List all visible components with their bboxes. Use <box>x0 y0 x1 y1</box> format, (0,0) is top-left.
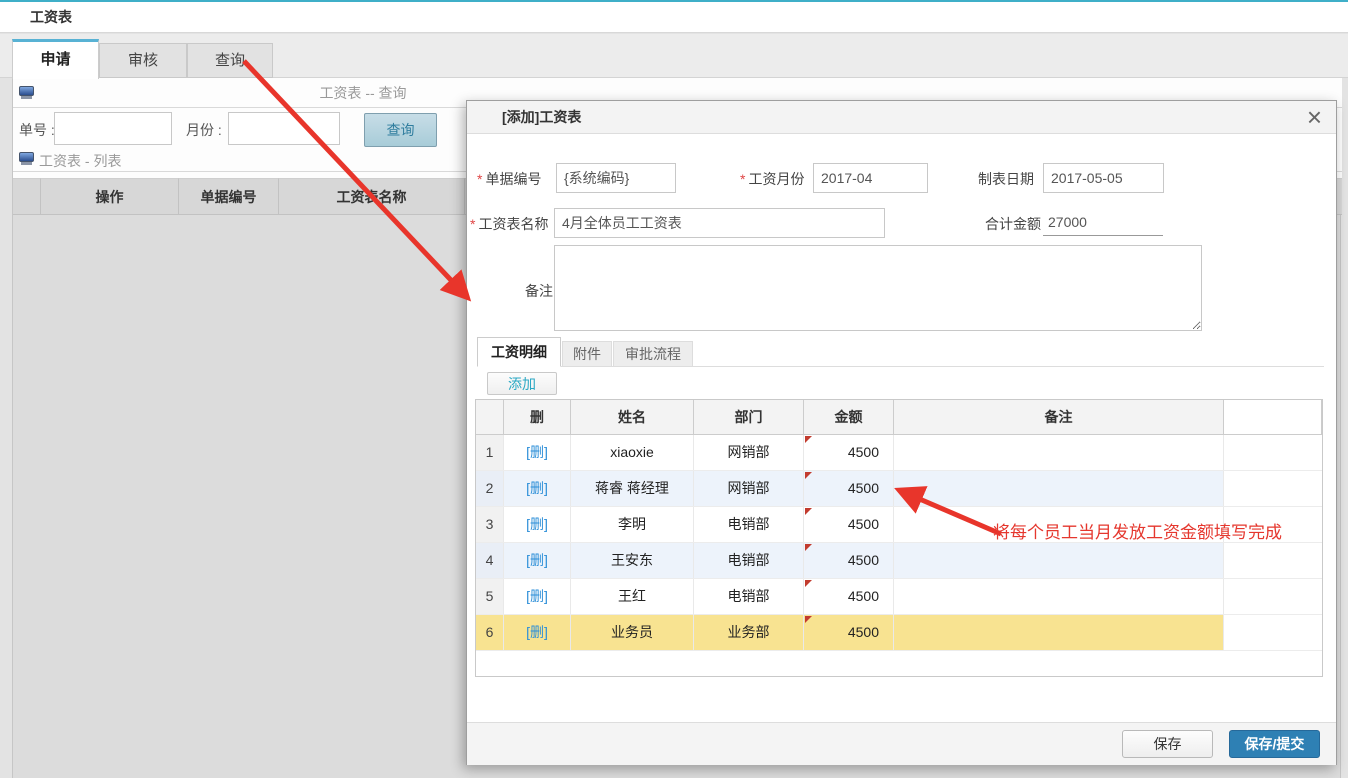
required-marker: * <box>740 171 745 187</box>
doc-no-input[interactable] <box>556 163 676 193</box>
tab-salary-detail[interactable]: 工资明细 <box>477 337 561 367</box>
cell-name[interactable]: 王红 <box>571 579 694 614</box>
cell-dept[interactable]: 网销部 <box>694 471 804 506</box>
delete-link[interactable]: [删] <box>526 480 548 496</box>
cell-remark[interactable] <box>894 471 1224 506</box>
edited-corner-mark <box>805 544 812 551</box>
add-salary-modal: [添加]工资表 × *单据编号 *工资月份 制表日期 *工资表名称 合计金额 2… <box>466 100 1337 765</box>
remark-label: 备注 <box>525 281 553 301</box>
list-section-title: 工资表 - 列表 <box>39 151 121 171</box>
cell-dept[interactable]: 电销部 <box>694 579 804 614</box>
table-name-input[interactable] <box>554 208 885 238</box>
close-icon[interactable]: × <box>1307 102 1322 133</box>
cell-amount[interactable]: 4500 <box>804 507 894 542</box>
query-button[interactable]: 查询 <box>364 113 437 147</box>
make-date-label: 制表日期 <box>978 169 1034 189</box>
table-row: 4 [删] 王安东 电销部 4500 <box>476 543 1322 579</box>
col-delete: 删 <box>504 400 571 434</box>
detail-tab-strip: 工资明细 附件 审批流程 <box>477 337 1324 367</box>
save-button[interactable]: 保存 <box>1122 730 1213 758</box>
month-input[interactable] <box>228 112 340 145</box>
col-remark: 备注 <box>894 400 1224 434</box>
delete-link[interactable]: [删] <box>526 552 548 568</box>
list-col-rownum <box>13 178 41 215</box>
modal-title: [添加]工资表 <box>502 101 581 134</box>
required-marker: * <box>470 216 475 232</box>
total-amount-label: 合计金额 <box>985 214 1041 234</box>
table-row: 2 [删] 蒋睿 蒋经理 网销部 4500 <box>476 471 1322 507</box>
total-amount-value: 27000 <box>1043 208 1163 236</box>
order-no-label: 单号 : <box>19 120 55 140</box>
cell-name[interactable]: 王安东 <box>571 543 694 578</box>
delete-link[interactable]: [删] <box>526 624 548 640</box>
list-col-doc-no: 单据编号 <box>179 178 279 215</box>
cell-remark[interactable] <box>894 435 1224 470</box>
cell-remark[interactable] <box>894 579 1224 614</box>
month-label: 月份 : <box>186 120 222 140</box>
cell-remark[interactable] <box>894 615 1224 650</box>
cell-name[interactable]: 业务员 <box>571 615 694 650</box>
col-amount: 金额 <box>804 400 894 434</box>
cell-dept[interactable]: 电销部 <box>694 507 804 542</box>
table-row: 1 [删] xiaoxie 网销部 4500 <box>476 435 1322 471</box>
monitor-icon <box>19 152 34 165</box>
cell-name[interactable]: xiaoxie <box>571 435 694 470</box>
edited-corner-mark <box>805 472 812 479</box>
tab-review[interactable]: 审核 <box>99 43 187 78</box>
page-title: 工资表 <box>30 2 72 33</box>
modal-title-bar: [添加]工资表 × <box>467 101 1336 134</box>
remark-textarea[interactable] <box>554 245 1202 331</box>
save-submit-button[interactable]: 保存/提交 <box>1229 730 1320 758</box>
tab-query[interactable]: 查询 <box>187 43 273 78</box>
order-no-input[interactable] <box>54 112 172 145</box>
tab-approval-flow[interactable]: 审批流程 <box>613 341 693 367</box>
cell-remark[interactable] <box>894 543 1224 578</box>
make-date-input[interactable] <box>1043 163 1164 193</box>
cell-amount[interactable]: 4500 <box>804 543 894 578</box>
salary-month-input[interactable] <box>813 163 928 193</box>
cell-amount[interactable]: 4500 <box>804 579 894 614</box>
list-col-table-name: 工资表名称 <box>279 178 465 215</box>
window-title-bar: 工资表 <box>0 2 1348 33</box>
cell-amount[interactable]: 4500 <box>804 435 894 470</box>
delete-link[interactable]: [删] <box>526 516 548 532</box>
edited-corner-mark <box>805 580 812 587</box>
doc-no-label: *单据编号 <box>477 169 541 189</box>
cell-amount[interactable]: 4500 <box>804 471 894 506</box>
col-name: 姓名 <box>571 400 694 434</box>
cell-name[interactable]: 李明 <box>571 507 694 542</box>
modal-body: *单据编号 *工资月份 制表日期 *工资表名称 合计金额 27000 备注 工资… <box>467 134 1336 765</box>
salary-month-label: *工资月份 <box>740 169 804 189</box>
main-tab-strip: 申请 审核 查询 <box>0 34 1348 78</box>
tab-apply[interactable]: 申请 <box>12 39 99 79</box>
edited-corner-mark <box>805 616 812 623</box>
delete-link[interactable]: [删] <box>526 444 548 460</box>
detail-header-row: 删 姓名 部门 金额 备注 <box>476 400 1322 435</box>
page: 工资表 申请 审核 查询 工资表 -- 查询 单号 : 月份 : 查询 工资表 … <box>0 0 1348 778</box>
table-name-label: *工资表名称 <box>470 214 548 234</box>
cell-dept[interactable]: 电销部 <box>694 543 804 578</box>
list-col-operation: 操作 <box>41 178 179 215</box>
cell-amount[interactable]: 4500 <box>804 615 894 650</box>
cell-dept[interactable]: 网销部 <box>694 435 804 470</box>
annotation-text: 将每个员工当月发放工资金额填写完成 <box>993 518 1282 543</box>
edited-corner-mark <box>805 508 812 515</box>
delete-link[interactable]: [删] <box>526 588 548 604</box>
required-marker: * <box>477 171 482 187</box>
cell-name[interactable]: 蒋睿 蒋经理 <box>571 471 694 506</box>
add-row-button[interactable]: 添加 <box>487 372 557 395</box>
tab-attachment[interactable]: 附件 <box>562 341 612 367</box>
modal-footer: 保存 保存/提交 <box>467 722 1336 765</box>
table-row-selected: 6 [删] 业务员 业务部 4500 <box>476 615 1322 651</box>
table-row: 5 [删] 王红 电销部 4500 <box>476 579 1322 615</box>
col-dept: 部门 <box>694 400 804 434</box>
edited-corner-mark <box>805 436 812 443</box>
cell-dept[interactable]: 业务部 <box>694 615 804 650</box>
